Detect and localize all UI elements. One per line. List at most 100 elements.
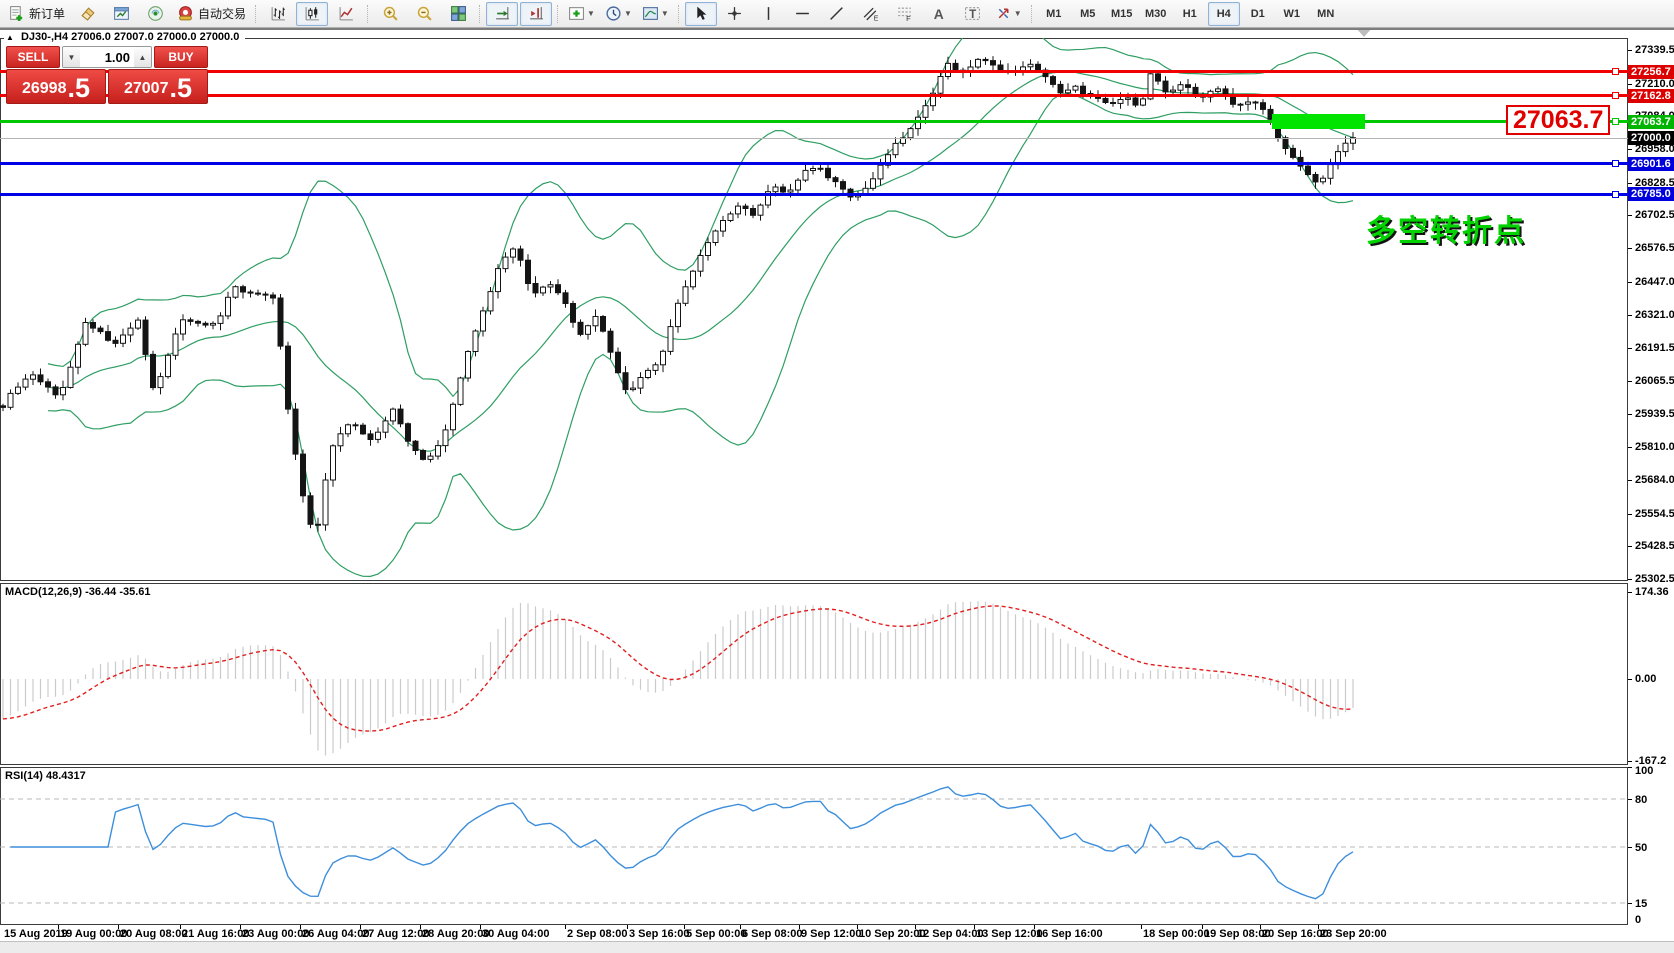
buy-price-display[interactable]: 27007 .5 (108, 69, 208, 104)
price-tick-label: 25554.5 (1635, 508, 1674, 520)
auto-scroll-button[interactable] (486, 2, 518, 26)
price-axis[interactable]: 27339.527210.027084.026958.026828.526702… (1628, 30, 1674, 941)
toolbar-group (261, 0, 363, 27)
chart-shift-button[interactable] (520, 2, 552, 26)
add-indicator-button[interactable]: ▼ (564, 2, 599, 26)
crosshair-button[interactable] (719, 2, 751, 26)
toolbar-group: ▼ ▼ ▼ (563, 0, 674, 27)
templates-button[interactable]: ▼ (638, 2, 673, 26)
line-endpoint-marker[interactable] (1612, 160, 1619, 167)
dropdown-arrow-icon: ▼ (624, 9, 632, 18)
buy-button[interactable]: BUY (154, 46, 208, 68)
timeframe-m5-button[interactable]: M5 (1072, 2, 1104, 26)
toolbar-separator (1031, 5, 1033, 23)
cursor-button[interactable] (685, 2, 717, 26)
horizontal-level-line[interactable] (0, 138, 1628, 139)
volume-input[interactable] (80, 47, 134, 67)
time-tick (240, 925, 241, 929)
dropdown-arrow-icon: ▼ (587, 9, 595, 18)
line-chart-button[interactable] (330, 2, 362, 26)
highlight-zone-rect[interactable] (1272, 114, 1365, 129)
vertical-line-icon (760, 5, 777, 22)
time-tick-label: 6 Sep 08:00 (742, 928, 803, 940)
trendline-icon (828, 5, 845, 22)
horizontal-level-line[interactable] (0, 193, 1628, 196)
chart-annotation-text[interactable]: 多空转折点 (1366, 206, 1526, 250)
text-label-button[interactable]: T (957, 2, 989, 26)
buy-price-main: 27007 (124, 79, 169, 99)
macd-tick (1628, 679, 1632, 680)
time-tick-label: 19 Sep 08:00 (1204, 928, 1271, 940)
equidistant-channel-button[interactable]: E (855, 2, 887, 26)
time-tick (565, 925, 566, 929)
trendline-button[interactable] (821, 2, 853, 26)
time-tick-label: 21 Aug 16:00 (182, 928, 249, 940)
fibonacci-button[interactable]: F (889, 2, 921, 26)
time-tick (360, 925, 361, 929)
line-endpoint-marker[interactable] (1612, 68, 1619, 75)
text-button[interactable]: A (923, 2, 955, 26)
tile-windows-button[interactable] (442, 2, 474, 26)
toolbar-item-label: H4 (1217, 8, 1231, 20)
toolbar-group: M1M5M15 M30 H1 H4 D1W1MN (1037, 0, 1343, 27)
horizontal-level-line[interactable] (0, 70, 1628, 73)
rsi-indicator-label: RSI(14) 48.4317 (5, 770, 86, 782)
timeframe-m15-button[interactable]: M15 (1106, 2, 1138, 26)
volume-increase-button[interactable]: ▲ (134, 47, 151, 67)
horizontal-level-line[interactable] (0, 162, 1628, 165)
volume-decrease-button[interactable]: ▼ (63, 47, 80, 67)
horizontal-level-line[interactable] (0, 94, 1628, 97)
periods-clock-button[interactable]: ▼ (601, 2, 636, 26)
bars-chart-button[interactable] (262, 2, 294, 26)
price-tick (1628, 480, 1632, 481)
timeframe-mn-button[interactable]: MN (1310, 2, 1342, 26)
chart-window-button[interactable] (105, 2, 137, 26)
svg-text:A: A (934, 6, 944, 22)
price-callout-label[interactable]: 27063.7 (1506, 105, 1610, 135)
time-tick (118, 925, 119, 929)
timeframe-h4-button[interactable]: H4 (1208, 2, 1240, 26)
time-tick-label: 16 Sep 16:00 (1036, 928, 1103, 940)
time-tick (180, 925, 181, 929)
line-endpoint-marker[interactable] (1612, 118, 1619, 125)
rsi-line (11, 787, 1354, 899)
horizontal-line-button[interactable] (787, 2, 819, 26)
arrows-icon (995, 5, 1012, 22)
timeframe-m30-button[interactable]: M30 (1140, 2, 1172, 26)
macd-tick-label: 0.00 (1635, 673, 1656, 685)
signal-button[interactable] (139, 2, 171, 26)
candles-chart-button[interactable] (296, 2, 328, 26)
rsi-tick (1628, 799, 1632, 800)
line-endpoint-marker[interactable] (1612, 92, 1619, 99)
time-tick (1141, 925, 1142, 929)
toolbar-item-label: M30 (1145, 8, 1166, 20)
time-tick (1260, 925, 1261, 929)
timeframe-h1-button[interactable]: H1 (1174, 2, 1206, 26)
timeframe-m1-button[interactable]: M1 (1038, 2, 1070, 26)
zoom-in-button[interactable] (374, 2, 406, 26)
rsi-tick-label: 100 (1635, 765, 1653, 777)
toolbar-item-label: H1 (1183, 8, 1197, 20)
time-axis[interactable]: 15 Aug 201919 Aug 00:0020 Aug 08:0021 Au… (0, 925, 1674, 941)
sell-button[interactable]: SELL (6, 46, 60, 68)
toolbar-separator (479, 5, 481, 23)
vertical-line-button[interactable] (753, 2, 785, 26)
macd-plot (0, 583, 1628, 765)
time-tick (480, 925, 481, 929)
arrows-button[interactable]: ▼ (991, 2, 1026, 26)
new-order-button[interactable]: 新订单 (4, 2, 69, 26)
sell-price-display[interactable]: 26998 .5 (6, 69, 106, 104)
price-tick-label: 25810.0 (1635, 441, 1674, 453)
eraser-button[interactable] (71, 2, 103, 26)
horizontal-level-line[interactable] (0, 120, 1628, 123)
collapse-panel-icon[interactable]: ▲ (6, 33, 14, 42)
zoom-out-button[interactable] (408, 2, 440, 26)
timeframe-d1-button[interactable]: D1 (1242, 2, 1274, 26)
macd-tick-label: 174.36 (1635, 586, 1669, 598)
ohlc-values: 27006.0 27007.0 27000.0 27000.0 (71, 31, 239, 43)
time-tick (300, 925, 301, 929)
timeframe-w1-button[interactable]: W1 (1276, 2, 1308, 26)
svg-text:F: F (906, 14, 911, 22)
autotrading-button[interactable]: 自动交易 (173, 2, 250, 26)
line-endpoint-marker[interactable] (1612, 191, 1619, 198)
